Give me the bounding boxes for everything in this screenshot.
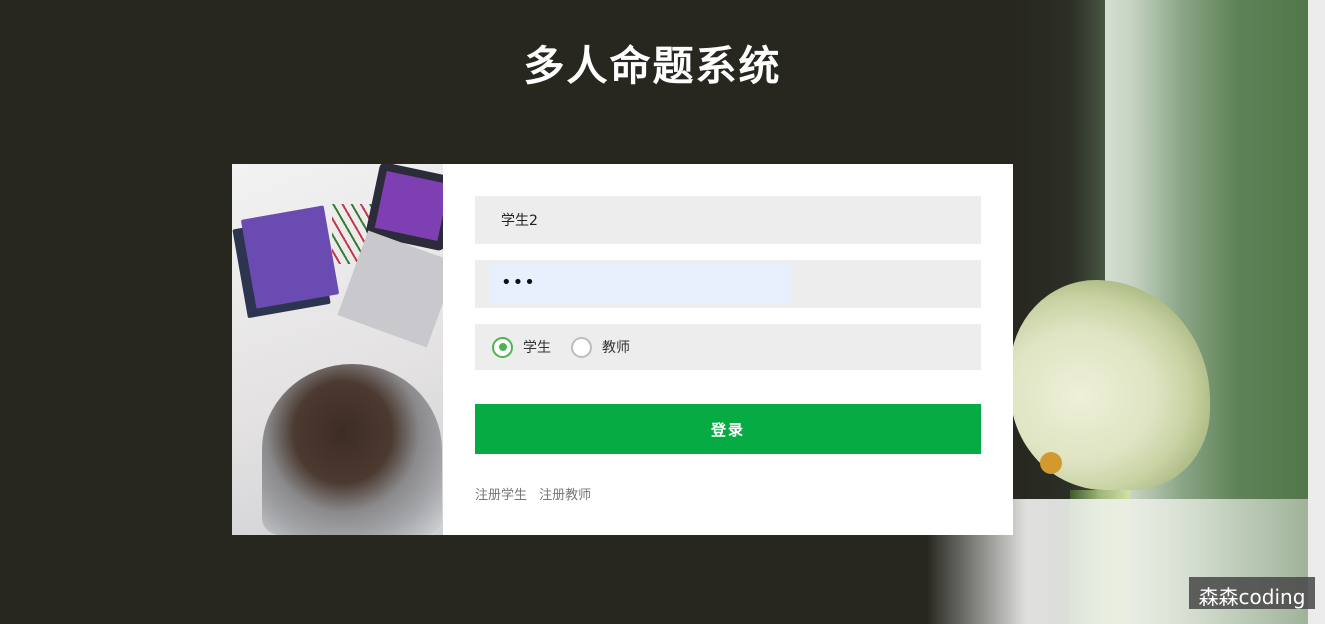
page-title: 多人命题系统 (523, 42, 782, 90)
radio-unchecked-icon[interactable] (571, 336, 592, 358)
register-student-link[interactable]: 注册学生 (475, 488, 527, 503)
role-option-student[interactable]: 学生 (492, 336, 551, 358)
role-option-teacher[interactable]: 教师 (571, 336, 630, 358)
password-field-wrapper: ••• (475, 260, 981, 308)
watermark-badge: 森森coding (1189, 577, 1315, 609)
login-page: 多人命题系统 ••• 学生 (0, 0, 1325, 624)
radio-checked-icon[interactable] (492, 336, 513, 358)
role-option-label: 教师 (602, 340, 630, 356)
role-selector: 学生 教师 (475, 324, 981, 370)
login-form: ••• 学生 教师 登录 注册学生 注册教师 (475, 196, 981, 503)
username-input[interactable] (475, 196, 981, 244)
username-field-wrapper (475, 196, 981, 244)
login-panel: ••• 学生 教师 登录 注册学生 注册教师 (232, 164, 1013, 535)
role-option-label: 学生 (523, 340, 551, 356)
register-teacher-link[interactable]: 注册教师 (539, 488, 591, 503)
page-scrollbar[interactable] (1308, 0, 1325, 624)
register-links: 注册学生 注册教师 (475, 484, 981, 503)
login-side-image (232, 164, 443, 535)
login-button[interactable]: 登录 (475, 404, 981, 454)
password-input[interactable]: ••• (501, 260, 536, 308)
